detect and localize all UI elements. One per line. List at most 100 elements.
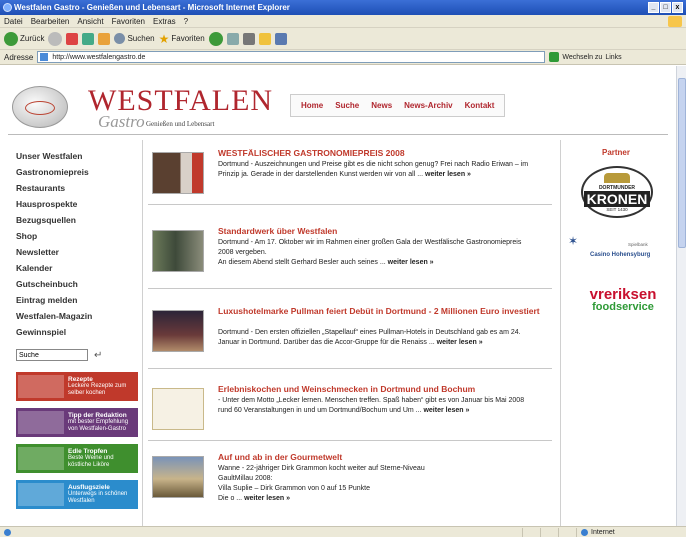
- article-thumbnail[interactable]: [152, 310, 204, 352]
- menu-view[interactable]: Ansicht: [77, 17, 103, 26]
- search-button[interactable]: Suchen: [114, 33, 155, 44]
- partner-vreriksen-logo[interactable]: vreriksen foodservice: [578, 287, 668, 313]
- print-button[interactable]: [242, 32, 255, 45]
- article-thumbnail[interactable]: [152, 388, 204, 430]
- nav-hausprospekte[interactable]: Hausprospekte: [16, 196, 138, 212]
- back-arrow-icon: [4, 31, 18, 46]
- go-button[interactable]: Wechseln zu: [562, 54, 602, 61]
- back-button[interactable]: Zurück: [4, 31, 45, 46]
- internet-explorer-icon: [3, 3, 12, 12]
- westfalen-gastro-logo[interactable]: [12, 86, 68, 128]
- article-title[interactable]: Auf und ab in der Gourmetwelt: [218, 452, 552, 462]
- promo-rezepte-text: Rezepte Leckere Rezepte zum selber koche…: [68, 376, 138, 397]
- kronen-main-text: KRONEN: [583, 190, 651, 207]
- promo-desc: Beste Weine und köstliche Liköre: [68, 455, 114, 468]
- history-button[interactable]: [208, 31, 223, 46]
- casino-main-text: Casino Hohensyburg: [590, 252, 651, 258]
- windows-logo-icon: [668, 16, 682, 27]
- url-input[interactable]: http://www.westfalengastro.de: [37, 51, 546, 63]
- article-text: Prinzip ja. Gerade in der darstellenden …: [218, 171, 424, 178]
- partner-casino-logo[interactable]: ✶ Spielbank Casino Hohensyburg: [568, 232, 668, 268]
- topnav-search[interactable]: Suche: [335, 101, 359, 110]
- header-divider: [8, 134, 668, 135]
- read-more-link[interactable]: weiter lesen »: [244, 495, 290, 502]
- refresh-button[interactable]: [82, 32, 95, 45]
- read-more-link[interactable]: weiter lesen »: [423, 407, 469, 414]
- article-text: Dortmund - Am 17. Oktober wir im Rahmen …: [218, 239, 522, 246]
- promo-title: Tipp der Redaktion: [68, 412, 127, 419]
- article-text: Dortmund - Auszeichnungen und Preise gib…: [218, 161, 529, 168]
- promo-ausflugsziele-text: Ausflugsziele Unterwegs in schönen Westf…: [68, 484, 138, 505]
- news-article: Luxushotelmarke Pullman feiert Debüt in …: [148, 306, 556, 362]
- nav-westfalen-magazin[interactable]: Westfalen-Magazin: [16, 308, 138, 324]
- enter-arrow-icon[interactable]: ↵: [94, 350, 102, 361]
- topnav-news-archive[interactable]: News-Archiv: [404, 101, 452, 110]
- article-title[interactable]: Standardwerk über Westfalen: [218, 226, 552, 236]
- nav-gastronomiepreis[interactable]: Gastronomiepreis: [16, 164, 138, 180]
- promo-tipp-text: Tipp der Redaktion mit bester Empfehlung…: [68, 412, 138, 433]
- foodservice-text: foodservice: [592, 301, 654, 313]
- nav-restaurants[interactable]: Restaurants: [16, 180, 138, 196]
- scrollbar-thumb[interactable]: [678, 78, 686, 248]
- article-title[interactable]: Luxushotelmarke Pullman feiert Debüt in …: [218, 306, 552, 316]
- left-navigation: Unser Westfalen Gastronomiepreis Restaur…: [16, 148, 138, 340]
- read-more-link[interactable]: weiter lesen »: [437, 339, 483, 346]
- read-more-link[interactable]: weiter lesen »: [388, 259, 434, 266]
- read-more-link[interactable]: weiter lesen »: [425, 171, 471, 178]
- topnav-contact[interactable]: Kontakt: [465, 101, 495, 110]
- vertical-scrollbar[interactable]: [676, 66, 686, 526]
- article-text-line: rund 60 Veranstaltungen in und um Dortmu…: [218, 406, 552, 416]
- promo-tipp[interactable]: Tipp der Redaktion mit bester Empfehlung…: [16, 408, 138, 437]
- article-thumbnail[interactable]: [152, 152, 204, 194]
- favorites-label: Favoriten: [171, 34, 205, 43]
- nav-bezugsquellen[interactable]: Bezugsquellen: [16, 212, 138, 228]
- article-title[interactable]: WESTFÄLISCHER GASTRONOMIEPREIS 2008: [218, 148, 552, 158]
- topnav-home[interactable]: Home: [301, 101, 323, 110]
- minimize-button[interactable]: _: [648, 2, 659, 13]
- article-text: Wanne - 22-jähriger Dirk Grammon kocht w…: [218, 465, 425, 472]
- promo-rezepte[interactable]: Rezepte Leckere Rezepte zum selber koche…: [16, 372, 138, 401]
- maximize-button[interactable]: □: [660, 2, 671, 13]
- nav-gutscheinbuch[interactable]: Gutscheinbuch: [16, 276, 138, 292]
- home-button[interactable]: [98, 32, 111, 45]
- article-thumbnail[interactable]: [152, 456, 204, 498]
- promo-ausflugsziele[interactable]: Ausflugsziele Unterwegs in schönen Westf…: [16, 480, 138, 509]
- messenger-button[interactable]: [274, 32, 287, 45]
- promo-edle-tropfen-text: Edle Tropfen Beste Weine und köstliche L…: [68, 448, 138, 469]
- promo-title: Rezepte: [68, 376, 93, 383]
- folder-button[interactable]: [258, 32, 271, 45]
- nav-eintrag-melden[interactable]: Eintrag melden: [16, 292, 138, 308]
- menu-edit[interactable]: Bearbeiten: [31, 17, 70, 26]
- article-thumbnail[interactable]: [152, 230, 204, 272]
- nav-unser-westfalen[interactable]: Unser Westfalen: [16, 148, 138, 164]
- brand-tagline: Genießen und Lebensart: [146, 120, 215, 128]
- partner-kronen-logo[interactable]: DORTMUNDER KRONEN SEIT 1430: [581, 166, 653, 218]
- forward-button[interactable]: [48, 31, 63, 46]
- favorites-button[interactable]: ★ Favoriten: [159, 32, 205, 46]
- back-label: Zurück: [20, 34, 45, 43]
- status-cell: [522, 527, 540, 537]
- nav-kalender[interactable]: Kalender: [16, 260, 138, 276]
- article-title[interactable]: Erlebniskochen und Weinschmecken in Dort…: [218, 384, 552, 394]
- star-icon: ★: [158, 31, 170, 46]
- stop-button[interactable]: [66, 32, 79, 45]
- close-button[interactable]: x: [672, 2, 683, 13]
- menu-tools[interactable]: Extras: [153, 17, 176, 26]
- promo-edle-tropfen[interactable]: Edle Tropfen Beste Weine und köstliche L…: [16, 444, 138, 473]
- nav-shop[interactable]: Shop: [16, 228, 138, 244]
- menu-favorites[interactable]: Favoriten: [112, 17, 145, 26]
- site-search: ↵: [16, 348, 134, 362]
- kronen-sub-text: SEIT 1430: [606, 206, 628, 212]
- go-arrow-icon[interactable]: [549, 52, 560, 62]
- topnav-news[interactable]: News: [371, 101, 392, 110]
- site-search-input[interactable]: [16, 349, 88, 361]
- nav-newsletter[interactable]: Newsletter: [16, 244, 138, 260]
- menu-file[interactable]: Datei: [4, 17, 23, 26]
- nav-gewinnspiel[interactable]: Gewinnspiel: [16, 324, 138, 340]
- page-viewport: WESTFALEN Gastro Genießen und Lebensart …: [0, 66, 676, 526]
- links-button[interactable]: Links: [605, 54, 621, 61]
- menu-bar: Datei Bearbeiten Ansicht Favoriten Extra…: [0, 15, 686, 28]
- mail-button[interactable]: [226, 32, 239, 45]
- menu-help[interactable]: ?: [184, 17, 188, 26]
- article-text: Januar in Dortmund. Darüber das die Acco…: [218, 339, 435, 346]
